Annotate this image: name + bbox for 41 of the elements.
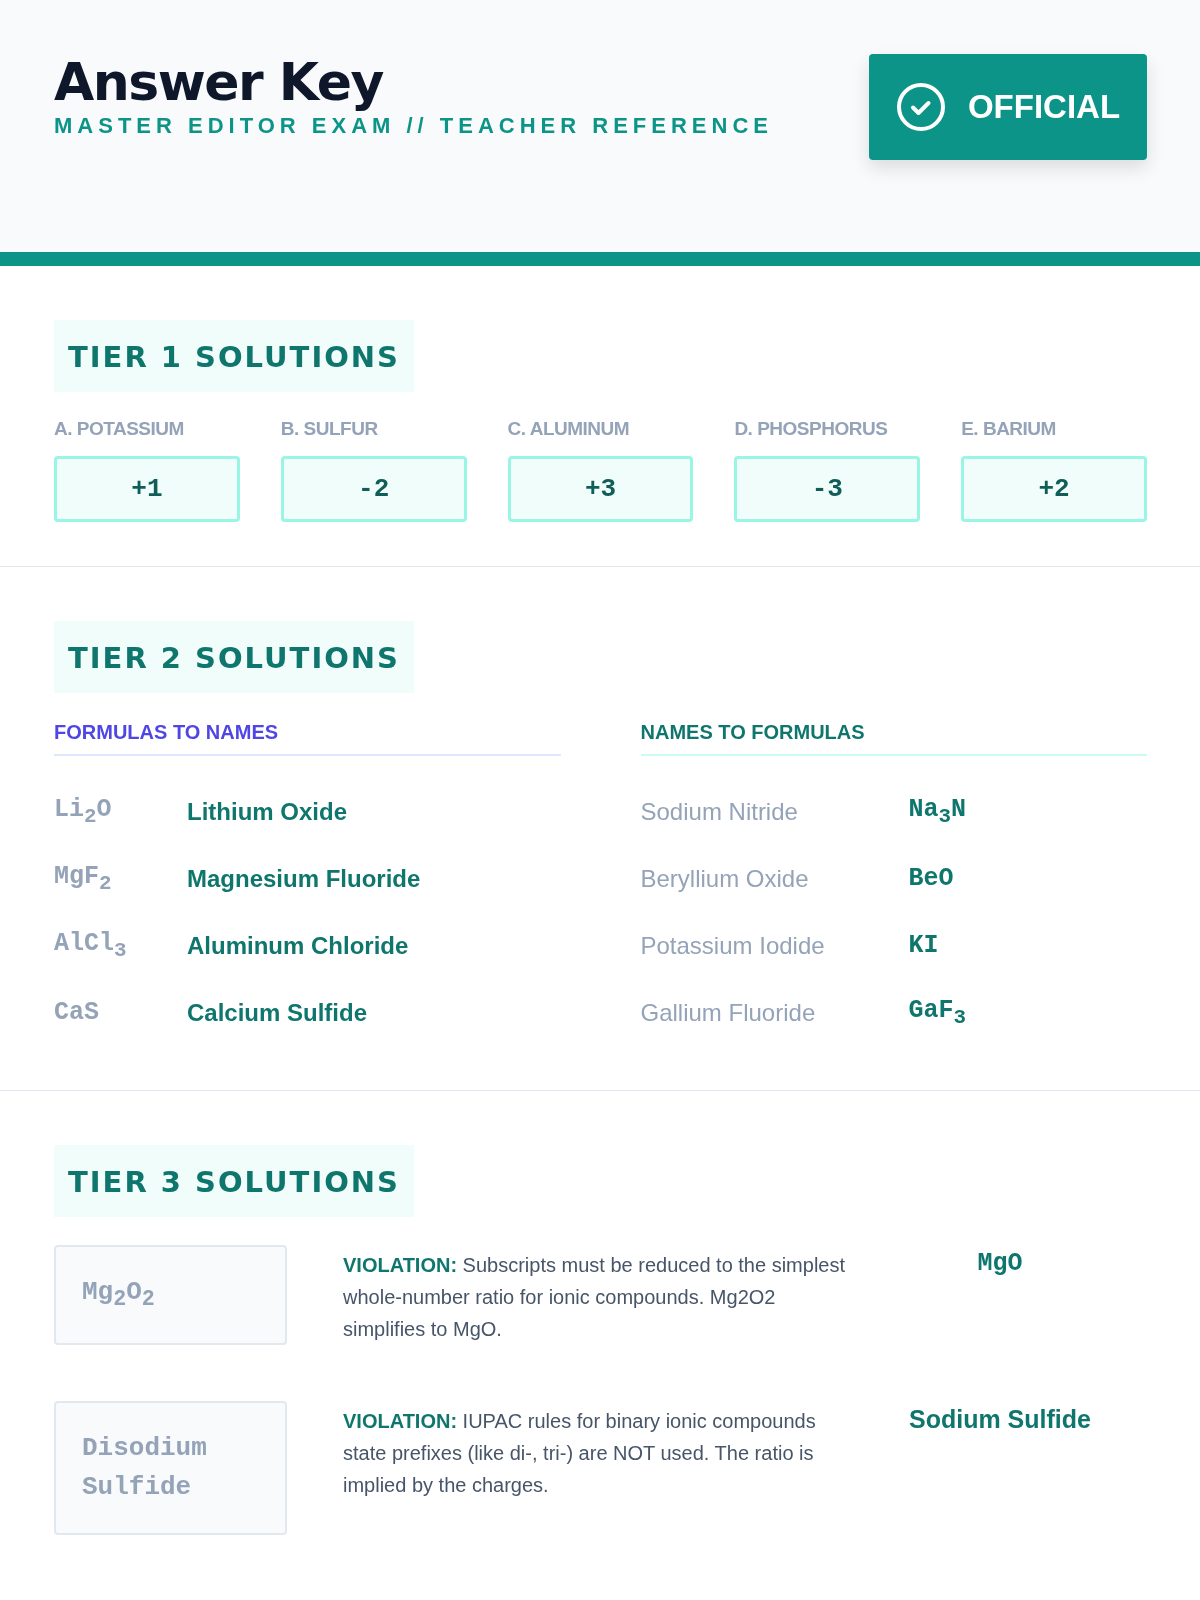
charge-answer: +3 — [507, 456, 694, 522]
element-label: D. PHOSPHORUS — [734, 418, 889, 440]
answer-text: Na$_{3}$N — [908, 795, 967, 828]
element-label: E. BARIUM — [961, 418, 1057, 440]
incorrect-answer-card: Mg$_{2}$O$_{2}$ — [54, 1245, 287, 1345]
question-text: Gallium Fluoride — [640, 998, 817, 1027]
badge-label: OFFICIAL — [967, 88, 1121, 126]
element-label: A. POTASSIUM — [54, 418, 185, 440]
question-text: Sodium Nitride — [640, 797, 799, 826]
section-heading: TIER 3 SOLUTIONS — [54, 1145, 414, 1217]
charge-answer: +1 — [54, 456, 240, 522]
explanation-text: VIOLATION: Subscripts must be reduced to the simplest whole-number ratio for ionic compounds. Mg2O2 simplifies to MgO. — [343, 1253, 847, 1342]
page-title: Answer Key — [54, 54, 385, 112]
column-heading: NAMES TO FORMULAS — [640, 721, 1147, 756]
element-label: B. SULFUR — [280, 418, 379, 440]
section-heading: TIER 1 SOLUTIONS — [54, 320, 414, 392]
check-circle-icon — [895, 82, 946, 132]
charge-answer: -2 — [280, 456, 467, 522]
question-text: Li$_{2}$O — [54, 795, 113, 828]
column-heading: FORMULAS TO NAMES — [54, 721, 561, 756]
charge-answer: +2 — [961, 456, 1147, 522]
question-text: MgF$_{2}$ — [54, 862, 113, 895]
answer-text: Calcium Sulfide — [187, 998, 368, 1027]
answer-text: Aluminum Chloride — [187, 931, 409, 960]
explanation-text: VIOLATION: IUPAC rules for binary ionic compounds state prefixes (like di-, tri-) are NOT used. The ratio is implied by the charges. — [343, 1409, 817, 1498]
answer-text: GaF$_{3}$ — [908, 996, 966, 1029]
corrected-answer: MgO — [977, 1249, 1023, 1278]
charge-answer: -3 — [734, 456, 921, 522]
question-text: Potassium Iodide — [640, 931, 826, 960]
answer-text: Lithium Oxide — [187, 797, 347, 826]
corrected-answer: Sodium Sulfide — [909, 1405, 1091, 1434]
element-label: C. ALUMINUM — [507, 418, 631, 440]
question-text: CaS — [54, 998, 100, 1027]
answer-text: Magnesium Fluoride — [187, 864, 421, 893]
page-subtitle: MASTER EDITOR EXAM // TEACHER REFERENCE — [54, 113, 773, 140]
incorrect-answer-card: Disodium Sulfide — [54, 1401, 287, 1535]
answer-text: KI — [908, 931, 939, 960]
answer-text: BeO — [908, 864, 954, 893]
section-heading: TIER 2 SOLUTIONS — [54, 621, 414, 693]
question-text: Beryllium Oxide — [640, 864, 810, 893]
question-text: AlCl$_{3}$ — [54, 929, 128, 962]
